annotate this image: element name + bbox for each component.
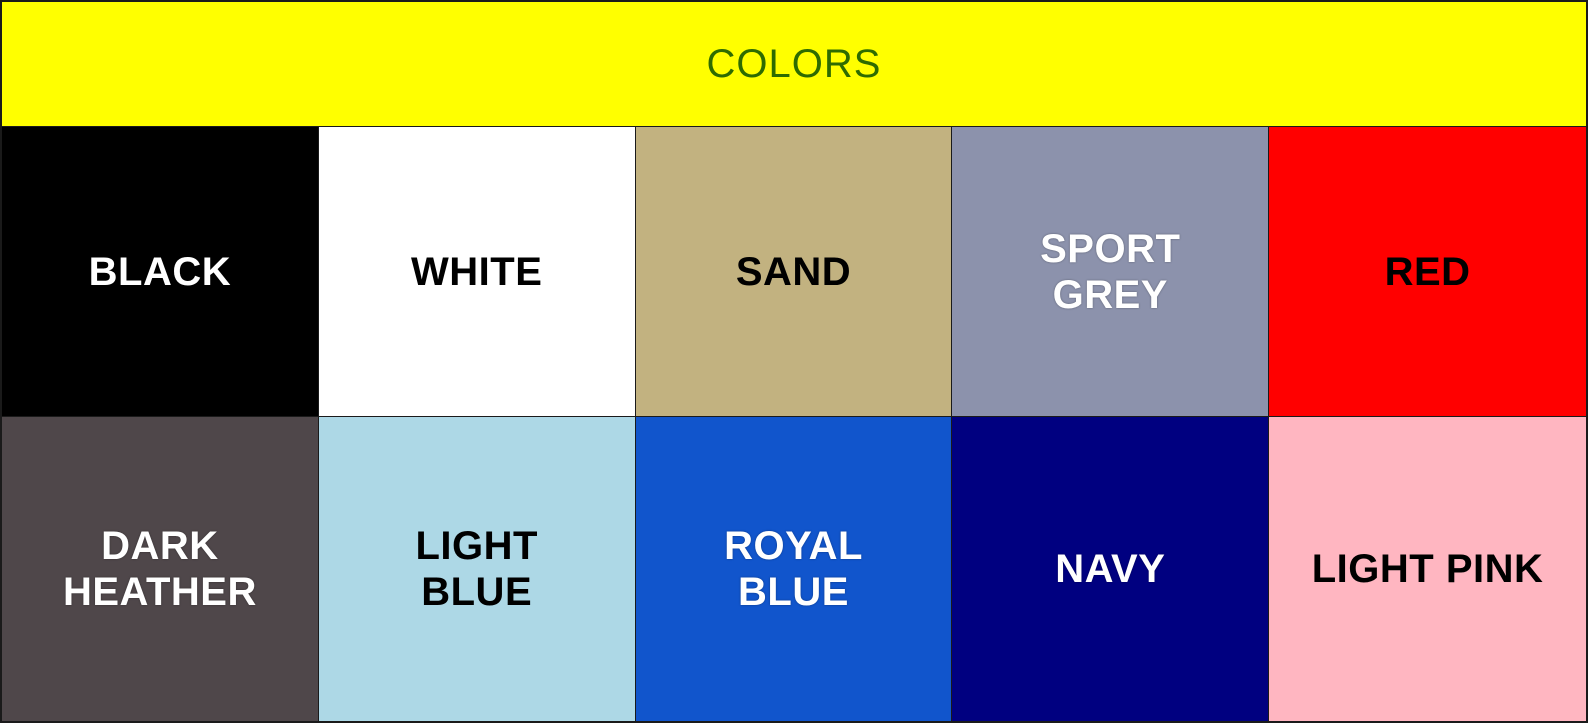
colors-title: COLORS xyxy=(706,41,882,86)
swatch-light-blue: LIGHT BLUE xyxy=(318,417,636,721)
swatch-red: RED xyxy=(1269,127,1586,416)
swatch-label: LIGHT BLUE xyxy=(415,524,538,614)
colors-header: COLORS xyxy=(2,2,1586,127)
swatch-label: WHITE xyxy=(411,249,543,294)
swatch-sport-grey: SPORT GREY xyxy=(952,127,1270,416)
swatch-light-pink: LIGHT PINK xyxy=(1269,417,1586,721)
swatch-label: BLACK xyxy=(88,249,232,294)
swatch-label: NAVY xyxy=(1055,547,1166,591)
swatch-label: SPORT GREY xyxy=(1040,226,1181,317)
swatch-royal-blue: ROYAL BLUE xyxy=(635,417,953,721)
swatch-label: ROYAL BLUE xyxy=(724,524,863,614)
swatch-dark-heather: DARK HEATHER xyxy=(2,417,319,721)
swatch-label: RED xyxy=(1384,249,1471,294)
swatch-navy: NAVY xyxy=(952,417,1270,721)
color-row-1: BLACK WHITE SAND SPORT GREY RED xyxy=(2,127,1586,416)
swatch-black: BLACK xyxy=(2,127,319,416)
swatch-label: DARK HEATHER xyxy=(62,524,257,614)
swatch-label: LIGHT PINK xyxy=(1311,547,1544,591)
swatch-white: WHITE xyxy=(318,127,636,416)
color-row-2: DARK HEATHER LIGHT BLUE ROYAL BLUE NAVY … xyxy=(2,416,1586,721)
color-chart: COLORS BLACK WHITE SAND SPORT GREY RED D… xyxy=(0,0,1588,723)
swatch-label: SAND xyxy=(735,249,852,294)
swatch-sand: SAND xyxy=(635,127,953,416)
